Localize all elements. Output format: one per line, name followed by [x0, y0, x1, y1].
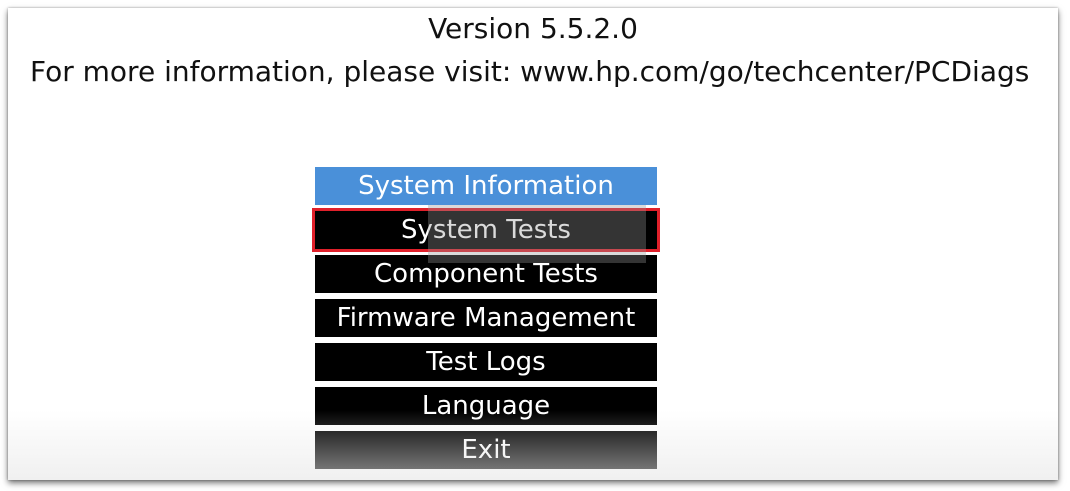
menu-item-component-tests[interactable]: Component Tests — [315, 255, 657, 293]
menu-item-language[interactable]: Language — [315, 387, 657, 425]
menu-item-system-tests[interactable]: System Tests — [312, 208, 660, 252]
diagnostics-screen: Version 5.5.2.0 For more information, pl… — [8, 8, 1058, 480]
info-text: For more information, please visit: www.… — [30, 55, 1030, 88]
main-menu: System Information System Tests Componen… — [312, 167, 660, 475]
menu-item-exit[interactable]: Exit — [315, 431, 657, 469]
menu-item-system-information[interactable]: System Information — [315, 167, 657, 205]
menu-item-firmware-management[interactable]: Firmware Management — [315, 299, 657, 337]
menu-item-test-logs[interactable]: Test Logs — [315, 343, 657, 381]
version-text: Version 5.5.2.0 — [428, 12, 638, 45]
